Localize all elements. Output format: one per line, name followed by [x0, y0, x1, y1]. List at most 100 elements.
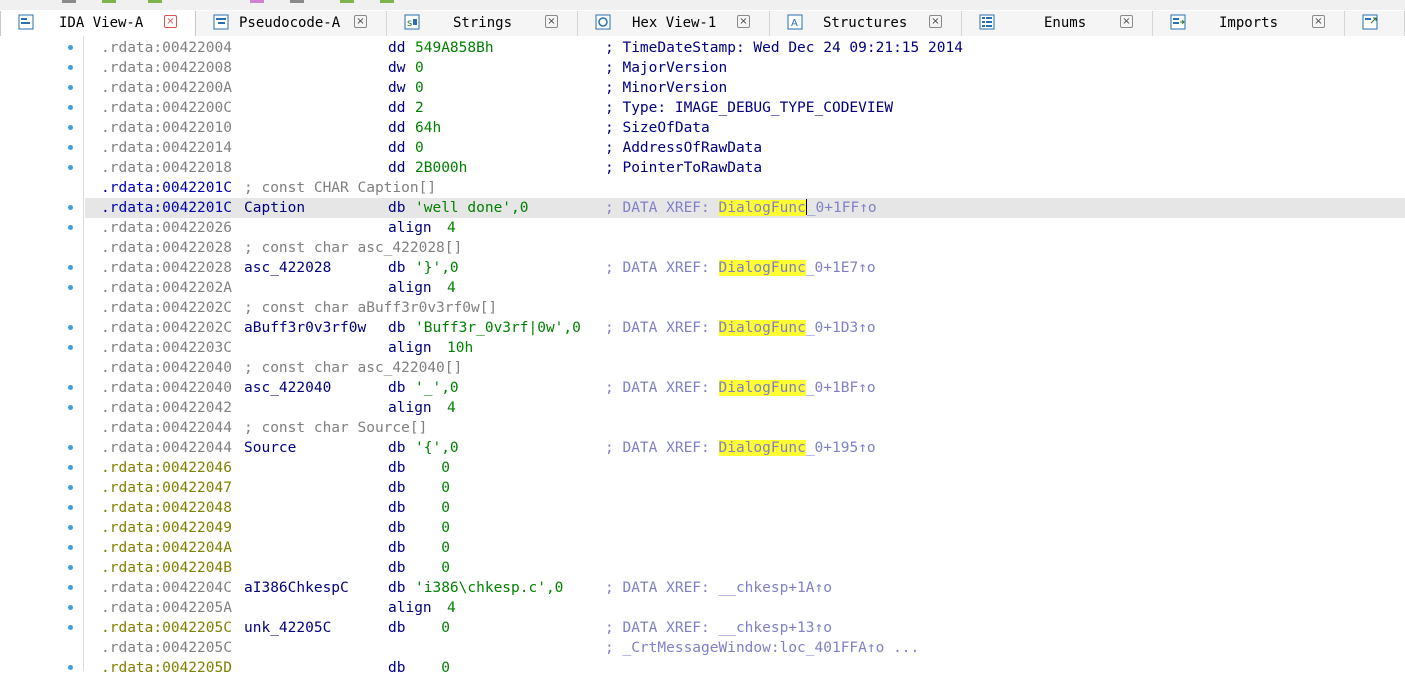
enums-icon	[979, 14, 995, 30]
tab-ida-view-a[interactable]: IDA View-A ×	[0, 11, 196, 36]
xref-suffix: _0+1D3↑o	[805, 320, 876, 336]
listing-line[interactable]: .rdata:00422010 dd 64h ; SizeOfData	[85, 118, 1405, 138]
tab-structures[interactable]: A Structures ×	[770, 11, 962, 36]
listing-line[interactable]: .rdata:00422040 ; const char asc_422040[]	[85, 358, 1405, 378]
listing-line[interactable]: .rdata:0042201C ; const CHAR Caption[]	[85, 178, 1405, 198]
tab-imports[interactable]: Imports ×	[1153, 11, 1345, 36]
line-address: .rdata:00422047	[101, 480, 232, 496]
xref-suffix: _0+1FF↑o	[806, 200, 877, 216]
line-address: .rdata:0042202A	[101, 280, 232, 296]
xref-comment[interactable]: ; DATA XREF: DialogFunc_0+1FF↑o	[605, 198, 877, 218]
xref-comment[interactable]: ; DATA XREF: DialogFunc_0+1BF↑o	[605, 378, 876, 398]
close-tab-icon[interactable]: ×	[164, 15, 177, 28]
close-tab-icon[interactable]: ×	[1312, 15, 1325, 28]
close-tab-icon[interactable]: ×	[737, 15, 750, 28]
xref-comment[interactable]: ; DATA XREF: __chkesp+1A↑o	[605, 578, 832, 598]
line-address: .rdata:00422028	[101, 240, 232, 256]
listing-line[interactable]: .rdata:0042205C unk_42205C db 0 ; DATA XREF…	[85, 618, 1405, 638]
listing-line[interactable]: .rdata:00422044 Source db '{',0 ; DATA XREF:…	[85, 438, 1405, 458]
listing-line[interactable]: .rdata:00422004 dd 549A858Bh ; TimeDateStam…	[85, 38, 1405, 58]
listing-line[interactable]: .rdata:0042202C aBuff3r0v3rf0w db 'Buff3r_0…	[85, 318, 1405, 338]
line-marker-icon	[68, 105, 73, 110]
xref-comment[interactable]: ; DATA XREF: __chkesp+13↑o	[605, 618, 832, 638]
listing-line[interactable]: .rdata:0042205A align 4	[85, 598, 1405, 618]
operand: '{',0	[415, 440, 459, 456]
line-marker-icon	[68, 505, 73, 510]
xref-comment[interactable]: ; _CrtMessageWindow:loc_401FFA↑o ...	[605, 638, 919, 658]
listing-line[interactable]: .rdata:00422018 dd 2B000h ; PointerToRawDat…	[85, 158, 1405, 178]
directive: db	[388, 500, 406, 516]
line-marker-icon	[68, 545, 73, 550]
listing-line[interactable]: .rdata:00422008 dw 0 ; MajorVersion	[85, 58, 1405, 78]
highlighted-xref-target[interactable]: DialogFunc	[718, 380, 806, 396]
line-address: .rdata:0042202C	[101, 320, 232, 336]
listing-line[interactable]: .rdata:00422042 align 4	[85, 398, 1405, 418]
directive: db	[388, 320, 406, 336]
listing-line[interactable]: .rdata:00422026 align 4	[85, 218, 1405, 238]
tab-exports[interactable]	[1345, 11, 1405, 36]
tab-enums[interactable]: Enums ×	[962, 11, 1153, 36]
listing-line[interactable]: .rdata:0042204B db 0	[85, 558, 1405, 578]
listing-line[interactable]: .rdata:00422047 db 0	[85, 478, 1405, 498]
listing-line[interactable]: .rdata:00422049 db 0	[85, 518, 1405, 538]
xref-suffix: _0+1BF↑o	[805, 380, 876, 396]
disassembly-icon	[18, 14, 34, 30]
listing-line[interactable]: .rdata:0042205D db 0	[85, 658, 1405, 678]
listing-line[interactable]: .rdata:0042202C ; const char aBuff3r0v3rf…	[85, 298, 1405, 318]
xref-comment[interactable]: ; DATA XREF: DialogFunc_0+1E7↑o	[605, 258, 876, 278]
line-marker-icon	[68, 405, 73, 410]
tab-bar: IDA View-A × Pseudocode-A × s Strings × Hex Vie…	[0, 0, 1405, 36]
listing-line[interactable]: .rdata:00422028 ; const char asc_422028[]	[85, 238, 1405, 258]
listing-line[interactable]: .rdata:00422046 db 0	[85, 458, 1405, 478]
tab-label: IDA View-A	[59, 15, 144, 31]
xref-prefix: ; DATA XREF:	[605, 260, 719, 276]
line-address: .rdata:00422008	[101, 60, 232, 76]
tab-strings[interactable]: s Strings ×	[387, 11, 578, 36]
listing-line[interactable]: .rdata:0042200C dd 2 ; Type: IMAGE_DEBUG_TY…	[85, 98, 1405, 118]
tab-label: Structures	[823, 15, 908, 31]
line-address: .rdata:0042205C	[101, 620, 232, 636]
listing-line[interactable]: .rdata:0042204C aI386ChkespC db 'i386\chkes…	[85, 578, 1405, 598]
xref-comment[interactable]: ; DATA XREF: DialogFunc_0+1D3↑o	[605, 318, 876, 338]
highlighted-xref-target[interactable]: DialogFunc	[718, 200, 806, 216]
close-tab-icon[interactable]: ×	[929, 15, 942, 28]
listing-line[interactable]: .rdata:00422040 asc_422040 db '_',0 ; DATA X…	[85, 378, 1405, 398]
line-marker-icon	[68, 625, 73, 630]
line-address: .rdata:0042203C	[101, 340, 232, 356]
svg-text:A: A	[791, 18, 798, 29]
directive: db	[388, 520, 406, 536]
line-comment: ; AddressOfRawData	[605, 140, 763, 156]
highlighted-xref-target[interactable]: DialogFunc	[718, 260, 806, 276]
listing-line[interactable]: .rdata:0042201C Caption db 'well done',0 ; D…	[85, 198, 1405, 218]
line-address: .rdata:0042204A	[101, 540, 232, 556]
line-marker-icon	[68, 565, 73, 570]
listing-line[interactable]: .rdata:00422044 ; const char Source[]	[85, 418, 1405, 438]
close-tab-icon[interactable]: ×	[354, 15, 367, 28]
listing-line[interactable]: .rdata:0042204A db 0	[85, 538, 1405, 558]
line-marker-icon	[68, 485, 73, 490]
highlighted-xref-target[interactable]: DialogFunc	[718, 320, 806, 336]
xref-prefix: ; DATA XREF: __chkesp+13↑o	[605, 620, 832, 636]
listing-line[interactable]: .rdata:0042200A dw 0 ; MinorVersion	[85, 78, 1405, 98]
listing-line[interactable]: .rdata:0042203C align 10h	[85, 338, 1405, 358]
operand: 4	[447, 400, 456, 416]
listing-line[interactable]: .rdata:00422028 asc_422028 db '}',0 ; DATA X…	[85, 258, 1405, 278]
operand: '_',0	[415, 380, 459, 396]
arrow-gutter	[0, 36, 84, 671]
data-label: aBuff3r0v3rf0w	[244, 320, 367, 336]
listing-line[interactable]: .rdata:0042205C ; _CrtMessageWindow:loc_4…	[85, 638, 1405, 658]
tab-pseudocode-a[interactable]: Pseudocode-A ×	[196, 11, 387, 36]
listing-line[interactable]: .rdata:0042202A align 4	[85, 278, 1405, 298]
xref-comment[interactable]: ; DATA XREF: DialogFunc_0+195↑o	[605, 438, 876, 458]
operand: 0	[415, 520, 450, 536]
disassembly-listing[interactable]: .rdata:00422004 dd 549A858Bh ; TimeDateStam…	[85, 38, 1405, 676]
listing-line[interactable]: .rdata:00422014 dd 0 ; AddressOfRawData	[85, 138, 1405, 158]
close-tab-icon[interactable]: ×	[1120, 15, 1133, 28]
listing-line[interactable]: .rdata:00422048 db 0	[85, 498, 1405, 518]
tab-hex-view-1[interactable]: Hex View-1 ×	[578, 11, 770, 36]
close-tab-icon[interactable]: ×	[545, 15, 558, 28]
highlighted-xref-target[interactable]: DialogFunc	[718, 440, 806, 456]
line-address: .rdata:0042202C	[101, 300, 232, 316]
directive: dw	[388, 60, 406, 76]
line-marker-icon	[68, 85, 73, 90]
